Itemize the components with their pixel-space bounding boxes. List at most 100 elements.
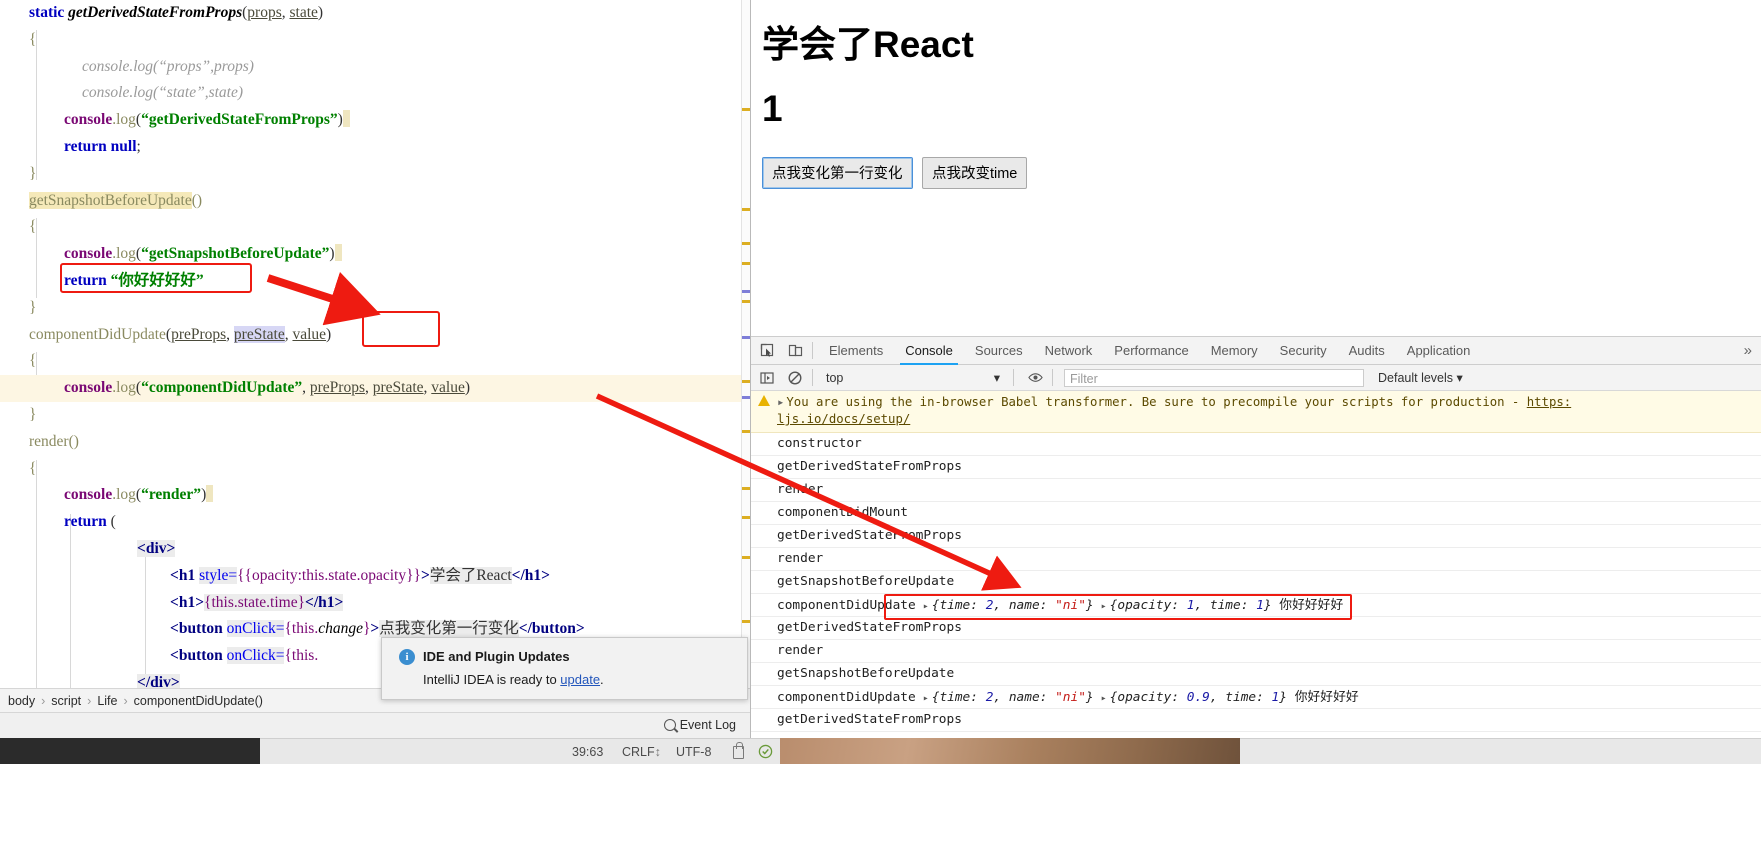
page-button-row: 点我变化第一行变化 点我改变time: [762, 157, 1028, 189]
tab-console[interactable]: Console: [894, 337, 964, 365]
change-time-button[interactable]: 点我改变time: [921, 157, 1028, 189]
breadcrumb-item-script[interactable]: script: [51, 694, 81, 708]
console-log-row[interactable]: getDerivedStateFromProps: [751, 525, 1761, 548]
code-line: {: [29, 459, 37, 477]
breadcrumb-item-method[interactable]: componentDidUpdate(): [134, 694, 263, 708]
lock-icon[interactable]: [733, 742, 744, 759]
object-preview-2[interactable]: {opacity: 0.9, time: 1}: [1110, 690, 1287, 705]
log-text: getDerivedStateFromProps: [777, 620, 962, 635]
expand-arrow-icon[interactable]: ▸: [1101, 693, 1107, 704]
code-line: console.log(“state”,state): [82, 84, 244, 102]
console-log-row-highlighted[interactable]: componentDidUpdate ▸ {time: 2, name: "ni"}…: [751, 594, 1761, 617]
expand-arrow-icon[interactable]: ▸: [1101, 601, 1107, 612]
live-expression-eye-icon[interactable]: [1023, 366, 1047, 390]
notification-text-before: IntelliJ IDEA is ready to: [423, 672, 561, 687]
log-levels-select[interactable]: Default levels ▾: [1378, 370, 1463, 385]
console-log-row[interactable]: render: [751, 548, 1761, 571]
console-log-row[interactable]: constructor: [751, 433, 1761, 456]
console-filter-bar: top ▾ Filter Default levels ▾: [751, 365, 1761, 391]
ide-window: static getDerivedStateFromProps(props, s…: [0, 0, 750, 864]
event-log-button[interactable]: Event Log: [663, 715, 736, 735]
tab-memory[interactable]: Memory: [1200, 337, 1269, 365]
log-suffix: 你好好好好: [1294, 689, 1359, 704]
code-line: <h1>{this.state.time}</h1>: [170, 593, 344, 611]
execution-context-select[interactable]: top ▾: [818, 370, 1008, 386]
object-preview-2[interactable]: {opacity: 1, time: 1}: [1110, 598, 1272, 613]
tab-network[interactable]: Network: [1034, 337, 1104, 365]
console-log-row[interactable]: getDerivedStateFromProps: [751, 709, 1761, 732]
console-log-row[interactable]: getDerivedStateFromProps: [751, 456, 1761, 479]
marker: [742, 208, 750, 211]
console-log-row[interactable]: render: [751, 640, 1761, 663]
clear-console-icon[interactable]: [783, 366, 807, 390]
line-separator[interactable]: CRLF↕: [622, 739, 661, 765]
code-line: }: [29, 164, 37, 182]
marker: [742, 242, 750, 245]
search-icon: [663, 719, 676, 731]
console-log-row[interactable]: componentDidUpdate ▸ {time: 2, name: "ni"}…: [751, 686, 1761, 709]
breadcrumb-separator: ›: [87, 694, 92, 708]
tab-audits[interactable]: Audits: [1338, 337, 1396, 365]
file-encoding[interactable]: UTF-8: [676, 739, 711, 765]
console-log-row[interactable]: render: [751, 479, 1761, 502]
annotation-box-value-param: [362, 311, 440, 347]
console-warning-message[interactable]: ▸ You are using the in-browser Babel tran…: [751, 391, 1761, 433]
expand-arrow-icon[interactable]: ▸: [923, 693, 929, 704]
console-sidebar-toggle-icon[interactable]: [755, 366, 779, 390]
code-line: {: [29, 352, 37, 370]
editor-marker-stripe[interactable]: [741, 0, 750, 688]
change-first-line-button[interactable]: 点我变化第一行变化: [762, 157, 913, 189]
filter-input[interactable]: Filter: [1064, 368, 1364, 387]
rendered-page: 学会了React 1 点我变化第一行变化 点我改变time: [751, 0, 1761, 336]
notification-title: IDE and Plugin Updates: [423, 649, 570, 664]
warning-icon: [758, 395, 770, 406]
code-line: console.log(“render”): [0, 482, 750, 509]
chevron-down-icon: ▾: [993, 371, 1000, 385]
console-log-row[interactable]: componentDidMount: [751, 502, 1761, 525]
device-toolbar-icon[interactable]: [783, 339, 807, 363]
console-output[interactable]: ▸ You are using the in-browser Babel tran…: [751, 391, 1761, 739]
update-link[interactable]: update: [560, 672, 600, 687]
code-line: console.log(“props”,props): [82, 57, 254, 75]
console-log-row[interactable]: getSnapshotBeforeUpdate: [751, 663, 1761, 686]
obj2-opacity: 1: [1186, 598, 1195, 613]
warning-link[interactable]: https:: [1527, 395, 1571, 409]
breadcrumb-separator: ›: [123, 694, 128, 708]
warning-link-2[interactable]: ljs.io/docs/setup/: [777, 412, 910, 426]
more-tabs-icon[interactable]: »: [1734, 342, 1761, 359]
console-log-row[interactable]: getDerivedStateFromProps: [751, 617, 1761, 640]
tab-performance[interactable]: Performance: [1103, 337, 1199, 365]
marker: [742, 556, 750, 559]
marker: [742, 262, 750, 265]
log-text: getSnapshotBeforeUpdate: [777, 574, 955, 589]
object-preview-1[interactable]: {time: 2, name: "ni"}: [932, 690, 1094, 705]
inspection-indicator[interactable]: [758, 739, 773, 765]
log-text: render: [777, 482, 824, 497]
expand-arrow-icon[interactable]: ▸: [923, 601, 929, 612]
breadcrumb-item-life[interactable]: Life: [97, 694, 117, 708]
log-text: getDerivedStateFromProps: [777, 528, 962, 543]
tab-sources[interactable]: Sources: [964, 337, 1034, 365]
expand-arrow-icon[interactable]: ▸: [777, 395, 784, 409]
obj2-opacity: 0.9: [1186, 690, 1210, 705]
code-line: render(): [29, 432, 79, 450]
tab-elements[interactable]: Elements: [818, 337, 894, 365]
annotation-box-return-string: [60, 263, 252, 293]
log-levels-value: Default levels: [1378, 371, 1454, 385]
code-line: console.log(“getDerivedStateFromProps”): [0, 107, 750, 134]
obj1-name: "ni": [1055, 690, 1086, 705]
desktop-strip: [0, 738, 260, 764]
caret-position[interactable]: 39:63: [572, 739, 603, 765]
object-preview-1[interactable]: {time: 2, name: "ni"}: [932, 598, 1094, 613]
log-suffix: 你好好好好: [1279, 597, 1344, 612]
inspect-element-icon[interactable]: [755, 339, 779, 363]
tab-security[interactable]: Security: [1269, 337, 1338, 365]
page-heading: 学会了React: [762, 24, 974, 65]
marker: [742, 430, 750, 433]
tab-application[interactable]: Application: [1396, 337, 1482, 365]
ide-update-notification[interactable]: i IDE and Plugin Updates IntelliJ IDEA i…: [381, 637, 748, 700]
obj1-time: 2: [985, 598, 994, 613]
event-log-bar: [0, 712, 750, 738]
console-log-row[interactable]: getSnapshotBeforeUpdate: [751, 571, 1761, 594]
breadcrumb-item-body[interactable]: body: [8, 694, 35, 708]
